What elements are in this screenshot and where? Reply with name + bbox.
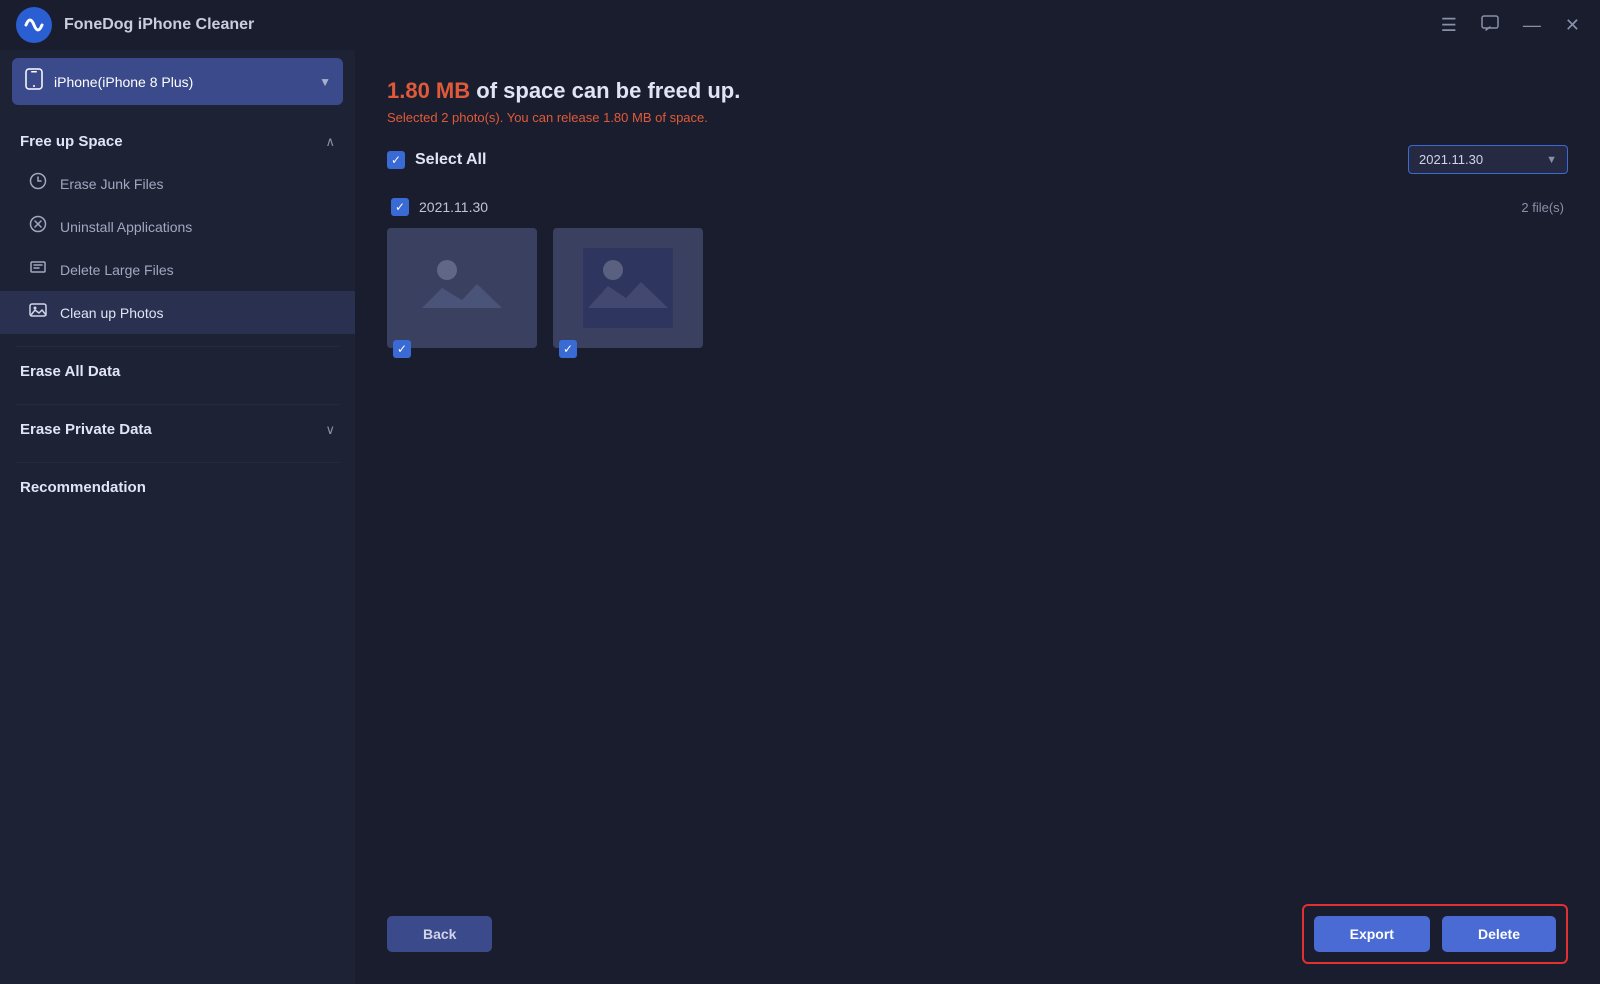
erase-private-header[interactable]: Erase Private Data ∨ (0, 409, 355, 450)
select-all-label: Select All (415, 151, 486, 169)
bottom-bar: Back Export Delete (387, 888, 1568, 964)
photo-item-1[interactable]: ✓ (387, 228, 537, 348)
photo-thumbnail-2 (553, 228, 703, 348)
select-all-row: ✓ Select All 2021.11.30 ▼ (387, 145, 1568, 182)
divider-1 (16, 346, 339, 347)
sidebar-item-clean-photos[interactable]: Clean up Photos (0, 291, 355, 334)
title-bar: FoneDog iPhone Cleaner ☰ — ✕ (0, 0, 1600, 50)
erase-all-data-title: Erase All Data (20, 363, 120, 380)
photo-group-count: 2 file(s) (1521, 200, 1564, 215)
date-dropdown[interactable]: 2021.11.30 ▼ (1408, 145, 1568, 174)
photo-checkbox-1[interactable]: ✓ (393, 340, 411, 358)
content-header: 1.80 MB of space can be freed up. Select… (387, 78, 1568, 125)
delete-large-icon (28, 258, 48, 281)
export-button[interactable]: Export (1314, 916, 1430, 952)
device-icon (24, 68, 44, 95)
chat-button[interactable] (1477, 11, 1503, 40)
select-all-left: ✓ Select All (387, 151, 486, 169)
photo-checkbox-2[interactable]: ✓ (559, 340, 577, 358)
dropdown-arrow-icon: ▼ (1546, 154, 1557, 166)
divider-2 (16, 404, 339, 405)
uninstall-apps-label: Uninstall Applications (60, 219, 192, 235)
subtitle-amount: 1.80 MB (603, 110, 651, 125)
clean-photos-label: Clean up Photos (60, 305, 164, 321)
clean-photos-icon (28, 301, 48, 324)
menu-button[interactable]: ☰ (1437, 12, 1461, 38)
divider-3 (16, 462, 339, 463)
erase-all-data-header[interactable]: Erase All Data (0, 351, 355, 392)
sidebar-item-uninstall-apps[interactable]: Uninstall Applications (0, 205, 355, 248)
close-button[interactable]: ✕ (1561, 12, 1584, 38)
nav-section-recommendation: Recommendation (0, 467, 355, 516)
app-logo (16, 7, 52, 43)
content-area: 1.80 MB of space can be freed up. Select… (355, 50, 1600, 984)
subtitle-end: of space. (652, 110, 708, 125)
photo-group-date: 2021.11.30 (419, 199, 488, 215)
erase-junk-icon (28, 172, 48, 195)
recommendation-title: Recommendation (20, 479, 146, 496)
device-name: iPhone(iPhone 8 Plus) (54, 74, 309, 90)
sidebar-item-delete-large[interactable]: Delete Large Files (0, 248, 355, 291)
recommendation-header[interactable]: Recommendation (0, 467, 355, 508)
device-selector[interactable]: iPhone(iPhone 8 Plus) ▼ (12, 58, 343, 105)
free-up-space-header[interactable]: Free up Space ∧ (0, 121, 355, 162)
sidebar-item-erase-junk[interactable]: Erase Junk Files (0, 162, 355, 205)
erase-junk-label: Erase Junk Files (60, 176, 163, 192)
photo-group-left: ✓ 2021.11.30 (391, 198, 488, 216)
bottom-right-buttons: Export Delete (1302, 904, 1568, 964)
device-chevron-icon: ▼ (319, 75, 331, 89)
minimize-button[interactable]: — (1519, 12, 1545, 38)
nav-section-erase-all: Erase All Data (0, 351, 355, 400)
uninstall-apps-icon (28, 215, 48, 238)
photo-group: ✓ 2021.11.30 2 file(s) ✓ (387, 198, 1568, 348)
photo-item-2[interactable]: ✓ (553, 228, 703, 348)
photo-thumbnail-1 (387, 228, 537, 348)
photo-group-header: ✓ 2021.11.30 2 file(s) (387, 198, 1568, 216)
delete-button[interactable]: Delete (1442, 916, 1556, 952)
free-up-space-title: Free up Space (20, 133, 123, 150)
delete-large-label: Delete Large Files (60, 262, 174, 278)
nav-section-free-up-space: Free up Space ∧ Erase Junk Files (0, 121, 355, 342)
bottom-left-buttons: Back (387, 916, 492, 952)
select-all-checkbox[interactable]: ✓ (387, 151, 405, 169)
nav-section-erase-private: Erase Private Data ∨ (0, 409, 355, 458)
main-layout: iPhone(iPhone 8 Plus) ▼ Free up Space ∧ … (0, 50, 1600, 984)
back-button[interactable]: Back (387, 916, 492, 952)
erase-private-title: Erase Private Data (20, 421, 152, 438)
erase-private-chevron-icon: ∨ (325, 422, 335, 438)
free-up-space-chevron-icon: ∧ (325, 134, 335, 150)
title-bar-controls: ☰ — ✕ (1437, 11, 1584, 40)
date-dropdown-value: 2021.11.30 (1419, 152, 1538, 167)
sidebar: iPhone(iPhone 8 Plus) ▼ Free up Space ∧ … (0, 50, 355, 984)
title-bar-left: FoneDog iPhone Cleaner (16, 7, 254, 43)
space-subtitle: Selected 2 photo(s). You can release 1.8… (387, 110, 1568, 125)
subtitle-text: Selected 2 photo(s). You can release (387, 110, 603, 125)
photo-grid: ✓ ✓ (387, 228, 1568, 348)
group-checkbox[interactable]: ✓ (391, 198, 409, 216)
space-title-line: 1.80 MB of space can be freed up. (387, 78, 1568, 104)
app-title: FoneDog iPhone Cleaner (64, 16, 254, 34)
